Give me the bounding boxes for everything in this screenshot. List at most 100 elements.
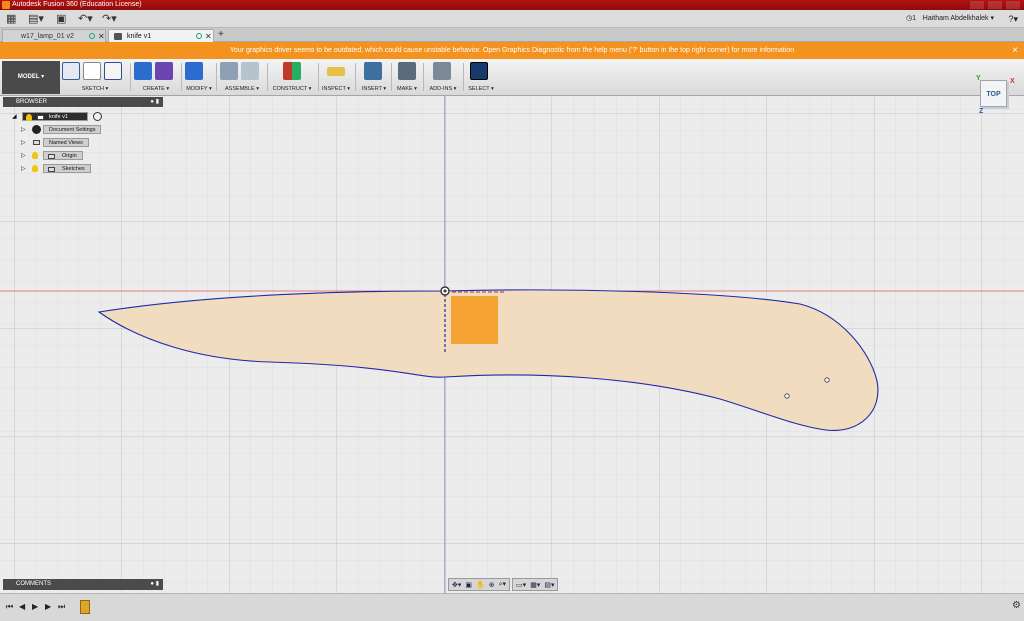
extrude-icon[interactable] bbox=[134, 62, 152, 80]
close-window-button[interactable] bbox=[1006, 1, 1020, 9]
x-axis-label: X bbox=[1010, 78, 1015, 85]
toolbar-group-construct[interactable]: CONSTRUCT ▾ bbox=[270, 61, 314, 95]
redo-icon[interactable]: ↷▾ bbox=[102, 12, 117, 26]
viewports-icon[interactable]: ▤▾ bbox=[544, 581, 554, 589]
browser-item-document-settings[interactable]: ▷ Document Settings bbox=[21, 125, 111, 134]
insert-image-icon[interactable] bbox=[364, 62, 382, 80]
visibility-bulb-icon[interactable] bbox=[26, 114, 32, 121]
toolbar-group-sketch[interactable]: SKETCH ▾ bbox=[62, 61, 128, 95]
tab-label: knife v1 bbox=[127, 33, 152, 40]
form-icon[interactable] bbox=[155, 62, 173, 80]
comments-panel-header[interactable]: COMMENTS ● ▮ bbox=[3, 579, 163, 590]
toolbar-group-select[interactable]: SELECT ▾ bbox=[466, 61, 496, 95]
toolbar-group-make[interactable]: MAKE ▾ bbox=[394, 61, 420, 95]
line-tool-icon[interactable] bbox=[83, 62, 101, 80]
design-canvas[interactable] bbox=[0, 96, 1024, 593]
offset-plane-icon[interactable] bbox=[283, 62, 301, 80]
step-forward-icon[interactable]: ▶ bbox=[45, 602, 51, 611]
maximize-button[interactable] bbox=[988, 1, 1002, 9]
go-to-start-icon[interactable]: ⏮ bbox=[6, 602, 13, 612]
group-label: MAKE ▾ bbox=[397, 86, 417, 92]
joint-icon[interactable] bbox=[241, 62, 259, 80]
sketch-point bbox=[824, 377, 830, 383]
pan-hand-icon[interactable]: ✋ bbox=[476, 581, 485, 589]
toolbar-group-create[interactable]: CREATE ▾ bbox=[134, 61, 178, 95]
select-cursor-icon[interactable] bbox=[470, 62, 488, 80]
fusion-logo-icon bbox=[2, 1, 10, 9]
collapse-triangle-icon[interactable]: ◢ bbox=[12, 113, 17, 122]
data-panel-grid-icon[interactable]: ▦ bbox=[6, 12, 16, 26]
help-icon: ? bbox=[1008, 14, 1014, 24]
tab-w17-lamp[interactable]: w17_lamp_01 v2 ✕ bbox=[2, 29, 106, 42]
sketch-point bbox=[784, 393, 790, 399]
sketch-viewport[interactable] bbox=[0, 96, 1024, 593]
step-back-icon[interactable]: ◀ bbox=[19, 602, 25, 611]
browser-item-sketches[interactable]: ▷ Sketches bbox=[21, 164, 111, 173]
visibility-bulb-icon[interactable] bbox=[32, 152, 38, 159]
help-button[interactable]: ?▾ bbox=[1008, 10, 1018, 28]
group-label: INSERT ▾ bbox=[361, 86, 387, 92]
expand-triangle-icon[interactable]: ▷ bbox=[21, 152, 26, 161]
look-at-icon[interactable]: ▣ bbox=[465, 581, 472, 589]
fusion-360-window: Autodesk Fusion 360 (Education License) … bbox=[0, 0, 1024, 621]
z-axis-label: Z bbox=[979, 108, 984, 115]
zoom-window-icon[interactable]: ⌕▾ bbox=[499, 580, 506, 589]
group-label: SELECT ▾ bbox=[468, 86, 494, 92]
grid-settings-icon[interactable]: ▦▾ bbox=[530, 581, 540, 589]
panel-controls[interactable]: ● ▮ bbox=[150, 97, 159, 107]
visibility-bulb-icon[interactable] bbox=[32, 165, 38, 172]
toolbar-group-add-ins[interactable]: ADD-INS ▾ bbox=[426, 61, 460, 95]
user-account-menu[interactable]: Haitham Abdelkhalek ▾ bbox=[923, 10, 994, 28]
workspace-switcher[interactable]: MODEL ▾ bbox=[2, 61, 60, 94]
3d-print-icon[interactable] bbox=[398, 62, 416, 80]
browser-item-origin[interactable]: ▷ Origin bbox=[21, 151, 111, 160]
folder-icon bbox=[48, 154, 55, 159]
browser-root-row[interactable]: ◢ knife v1 bbox=[12, 112, 132, 121]
group-label: MODIFY ▾ bbox=[186, 86, 212, 92]
new-component-icon[interactable] bbox=[220, 62, 238, 80]
group-label: ASSEMBLE ▾ bbox=[225, 86, 259, 92]
play-icon[interactable]: ▶ bbox=[32, 602, 38, 611]
expand-triangle-icon[interactable]: ▷ bbox=[21, 139, 26, 148]
group-label: ADD-INS ▾ bbox=[429, 86, 457, 92]
expand-triangle-icon[interactable]: ▷ bbox=[21, 165, 26, 174]
rectangle-tool-icon[interactable] bbox=[104, 62, 122, 80]
toolbar-group-insert[interactable]: INSERT ▾ bbox=[360, 61, 388, 95]
root-label: knife v1 bbox=[49, 114, 68, 120]
tree-node[interactable]: Origin bbox=[43, 151, 83, 160]
window-controls bbox=[970, 0, 1020, 9]
warning-close-icon[interactable]: × bbox=[1012, 42, 1018, 59]
expand-triangle-icon[interactable]: ▷ bbox=[21, 126, 26, 135]
toolbar-group-modify[interactable]: MODIFY ▾ bbox=[185, 61, 213, 95]
toolbar-group-assemble[interactable]: ASSEMBLE ▾ bbox=[220, 61, 264, 95]
scripts-addins-icon[interactable] bbox=[433, 62, 451, 80]
minimize-button[interactable] bbox=[970, 1, 984, 9]
undo-icon[interactable]: ↶▾ bbox=[78, 12, 93, 26]
view-cube[interactable]: TOP bbox=[980, 80, 1007, 107]
display-tools: ▭▾ ▦▾ ▤▾ bbox=[512, 578, 559, 591]
new-tab-button[interactable]: + bbox=[218, 28, 224, 41]
timeline-sketch-feature[interactable] bbox=[80, 600, 90, 614]
zoom-icon[interactable]: ⊕ bbox=[489, 581, 495, 589]
file-menu-icon[interactable]: ▤▾ bbox=[28, 12, 44, 26]
panel-controls[interactable]: ● ▮ bbox=[150, 579, 159, 590]
create-sketch-icon[interactable] bbox=[62, 62, 80, 80]
display-settings-icon[interactable]: ▭▾ bbox=[516, 581, 526, 589]
tree-node[interactable]: Sketches bbox=[43, 164, 91, 173]
root-component[interactable]: knife v1 bbox=[22, 112, 88, 121]
timeline-settings-gear-icon[interactable]: ⚙ bbox=[1012, 600, 1021, 611]
tab-label: w17_lamp_01 v2 bbox=[21, 33, 74, 40]
tab-knife[interactable]: knife v1 ✕ bbox=[108, 29, 214, 42]
user-name: Haitham Abdelkhalek bbox=[922, 15, 989, 22]
go-to-end-icon[interactable]: ⏭ bbox=[58, 602, 65, 612]
toolbar-group-inspect[interactable]: INSPECT ▾ bbox=[321, 61, 351, 95]
browser-panel-header[interactable]: BROWSER ● ▮ bbox=[3, 97, 163, 107]
orbit-icon[interactable]: ✥▾ bbox=[452, 581, 461, 589]
press-pull-icon[interactable] bbox=[185, 62, 203, 80]
activate-radio-icon[interactable] bbox=[93, 112, 102, 121]
job-status[interactable]: ◷1 bbox=[906, 10, 916, 28]
measure-icon[interactable] bbox=[327, 67, 345, 76]
save-icon[interactable]: ▣ bbox=[56, 12, 66, 26]
browser-item-named-views[interactable]: ▷ Named Views bbox=[21, 138, 111, 147]
view-cube-face[interactable]: TOP bbox=[986, 91, 1000, 98]
